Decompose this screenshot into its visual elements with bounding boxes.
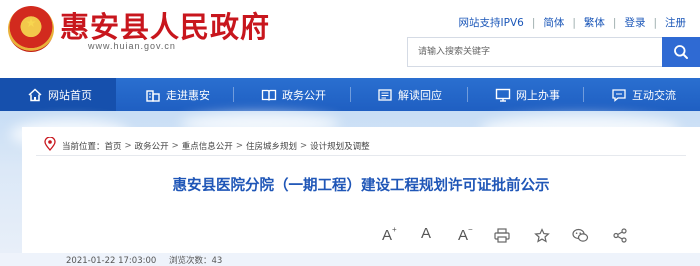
font-decrease-button[interactable]: A− [458, 225, 473, 244]
divider [36, 155, 686, 156]
site-domain: www.huian.gov.cn [88, 41, 176, 51]
nav-label: 网站首页 [48, 88, 92, 102]
nav-label: 解读回应 [398, 88, 442, 102]
nav-label: 互动交流 [632, 88, 676, 102]
nav-item-online-services[interactable]: 网上办事 [494, 78, 560, 111]
nav-label: 网上办事 [516, 88, 560, 102]
font-increase-button[interactable]: A+ [382, 225, 397, 244]
register-link[interactable]: 注册 [665, 17, 686, 29]
nav-item-gov-affairs[interactable]: 政务公开 [260, 78, 326, 111]
simplified-link[interactable]: 简体 [543, 17, 564, 29]
national-emblem-icon [8, 6, 54, 52]
article-title: 惠安县医院分院（一期工程）建设工程规划许可证批前公示 [172, 178, 550, 194]
main-nav: 网站首页 走进惠安 政务公开 解读回应 网上办事 互动交流 [0, 78, 700, 111]
breadcrumb-prefix: 当前位置： [62, 141, 105, 152]
monitor-icon [494, 86, 512, 104]
publish-date: 2021-01-22 17:03:00 [66, 256, 157, 266]
breadcrumb-item[interactable]: 设计规划及调整 [310, 140, 370, 152]
nav-label: 政务公开 [282, 88, 326, 102]
site-header: 惠安县人民政府 www.huian.gov.cn 网站支持IPV6 | 简体 | 繁体 |… [0, 0, 700, 78]
views-count: 43 [211, 256, 223, 266]
article-card: 当前位置： 首页 > 政务公开 > 重点信息公开 > 住房城乡规划 > 设计规划及调整 … [22, 127, 700, 266]
nav-label: 走进惠安 [166, 88, 210, 102]
ipv6-link[interactable]: 网站支持IPV6 [459, 17, 524, 29]
breadcrumb-item[interactable]: 政务公开 [135, 140, 169, 152]
breadcrumb-item[interactable]: 重点信息公开 [182, 140, 233, 152]
nav-item-about[interactable]: 走进惠安 [144, 78, 210, 111]
favorite-icon[interactable] [534, 228, 550, 247]
wechat-icon[interactable] [572, 228, 589, 247]
buildings-icon [144, 86, 162, 104]
top-links: 网站支持IPV6 | 简体 | 繁体 | 登录 | 注册 [458, 17, 686, 29]
nav-item-interaction[interactable]: 互动交流 [610, 78, 676, 111]
home-icon [26, 86, 44, 104]
document-icon [376, 86, 394, 104]
site-title[interactable]: 惠安县人民政府 [60, 4, 270, 46]
share-icon[interactable] [612, 228, 628, 247]
traditional-link[interactable]: 繁体 [584, 17, 605, 29]
breadcrumb-item[interactable]: 住房城乡规划 [246, 140, 297, 152]
chat-icon [610, 86, 628, 104]
book-icon [260, 86, 278, 104]
breadcrumb: 当前位置： 首页 > 政务公开 > 重点信息公开 > 住房城乡规划 > 设计规划及调整 [44, 136, 370, 154]
search-icon [674, 45, 688, 59]
login-link[interactable]: 登录 [624, 17, 645, 29]
views-label: 浏览次数： [168, 256, 212, 266]
article-meta: 2021-01-22 17:03:00 浏览次数：43 [66, 254, 222, 266]
search-input[interactable] [407, 37, 662, 67]
nav-item-interpretation[interactable]: 解读回应 [376, 78, 442, 111]
font-normal-button[interactable]: A [421, 225, 431, 242]
search-button[interactable] [662, 37, 700, 67]
breadcrumb-item[interactable]: 首页 [105, 140, 122, 152]
print-icon[interactable] [494, 228, 510, 247]
location-icon [44, 136, 56, 154]
nav-item-home[interactable]: 网站首页 [0, 78, 116, 111]
